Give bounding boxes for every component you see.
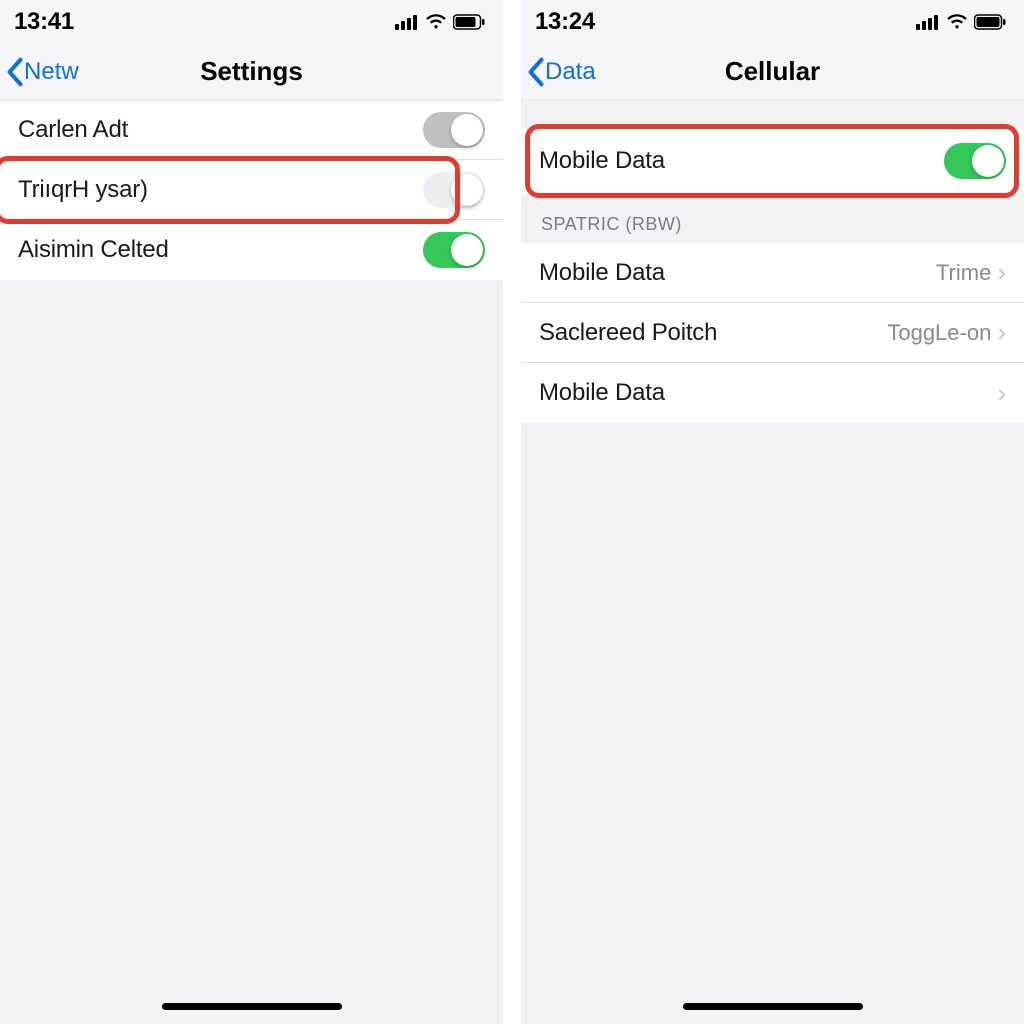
row-mobile-data-detail[interactable]: Mobile Data Trime › <box>521 243 1024 303</box>
screenshot-divider <box>503 0 521 1024</box>
row-mobile-data-3[interactable]: Mobile Data › <box>521 363 1024 423</box>
left-screenshot: 13:41 Netw Settings Carlen Adt TriıqrH y… <box>0 0 503 1024</box>
home-indicator[interactable] <box>683 1003 863 1010</box>
status-time: 13:24 <box>535 8 595 36</box>
chevron-left-icon <box>6 57 24 87</box>
row-detail: Trime <box>936 260 991 286</box>
row-saclereed-poitch[interactable]: Saclereed Poitch ToggLe-on › <box>521 303 1024 363</box>
nav-bar: Data Cellular <box>521 44 1024 100</box>
back-label: Data <box>545 58 596 86</box>
section-header: SPATRIC (RBW) <box>521 194 1024 243</box>
nav-title: Cellular <box>725 56 820 87</box>
battery-icon <box>453 14 485 30</box>
chevron-right-icon: › <box>997 317 1006 348</box>
row-label: Mobile Data <box>539 259 665 287</box>
toggle-switch[interactable] <box>944 143 1006 179</box>
nav-bar: Netw Settings <box>0 44 503 100</box>
cellular-icon <box>916 14 940 30</box>
battery-icon <box>974 14 1006 30</box>
back-label: Netw <box>24 58 79 86</box>
status-bar: 13:41 <box>0 0 503 44</box>
settings-list: Carlen Adt TriıqrH ysar) Aisimin Celted <box>0 100 503 280</box>
toggle-switch[interactable] <box>423 232 485 268</box>
row-label: Aisimin Celted <box>18 236 169 264</box>
mobile-data-group: Mobile Data <box>521 128 1024 194</box>
row-label: Carlen Adt <box>18 116 128 144</box>
back-button[interactable]: Netw <box>6 57 79 87</box>
row-label: Mobile Data <box>539 379 665 407</box>
chevron-right-icon: › <box>997 257 1006 288</box>
cellular-icon <box>395 14 419 30</box>
row-label: Saclereed Poitch <box>539 319 717 347</box>
back-button[interactable]: Data <box>527 57 596 87</box>
row-triiqrh-ysar[interactable]: TriıqrH ysar) <box>0 160 503 220</box>
row-mobile-data-toggle[interactable]: Mobile Data <box>521 128 1024 194</box>
row-detail: ToggLe-on <box>887 320 991 346</box>
toggle-switch[interactable] <box>423 112 485 148</box>
nav-title: Settings <box>200 56 303 87</box>
chevron-right-icon: › <box>997 378 1006 409</box>
status-icons <box>916 14 1006 30</box>
row-carlen-adt[interactable]: Carlen Adt <box>0 100 503 160</box>
chevron-left-icon <box>527 57 545 87</box>
toggle-switch[interactable] <box>423 172 485 208</box>
wifi-icon <box>425 14 447 30</box>
home-indicator[interactable] <box>162 1003 342 1010</box>
status-bar: 13:24 <box>521 0 1024 44</box>
right-screenshot: 13:24 Data Cellular Mobile Data SPATRIC … <box>521 0 1024 1024</box>
row-aisimin-celted[interactable]: Aisimin Celted <box>0 220 503 280</box>
row-label: TriıqrH ysar) <box>18 176 148 204</box>
status-icons <box>395 14 485 30</box>
detail-list: Mobile Data Trime › Saclereed Poitch Tog… <box>521 243 1024 423</box>
status-time: 13:41 <box>14 8 74 36</box>
row-label: Mobile Data <box>539 147 665 175</box>
wifi-icon <box>946 14 968 30</box>
